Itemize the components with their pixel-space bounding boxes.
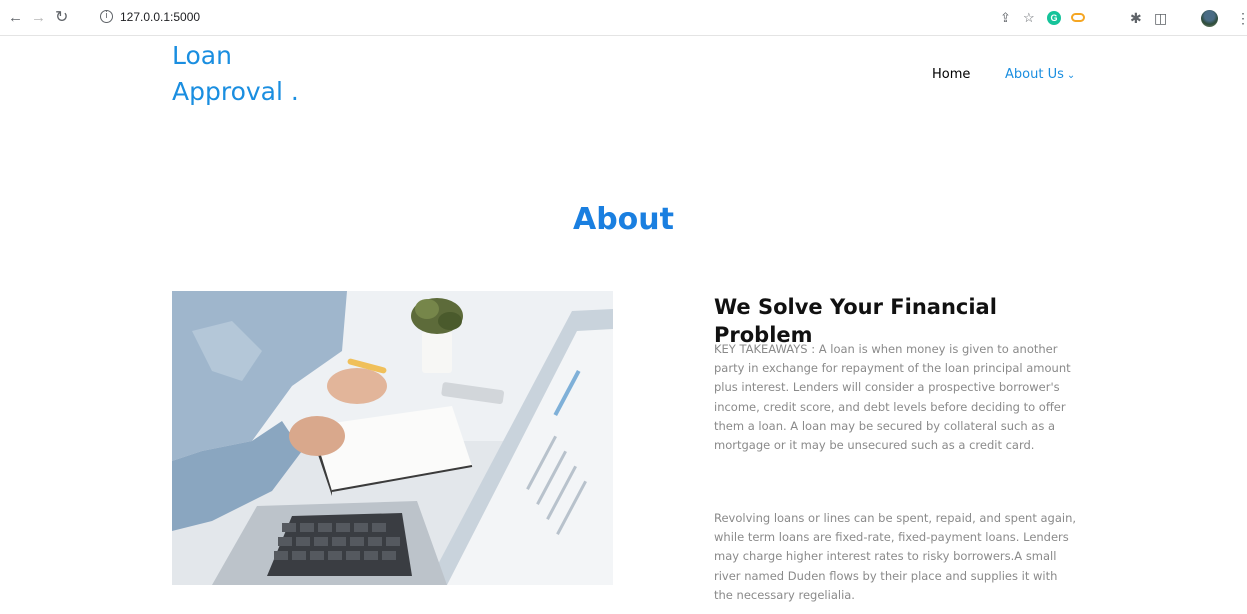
- brand-line-2: Approval .: [172, 77, 299, 106]
- link-extension-icon[interactable]: [1071, 13, 1085, 22]
- nav-about-label: About Us: [1005, 67, 1064, 82]
- about-image: [172, 291, 613, 585]
- nav-home-link[interactable]: Home: [932, 66, 970, 84]
- about-paragraph-2: Revolving loans or lines can be spent, r…: [714, 511, 1077, 602]
- url-text[interactable]: 127.0.0.1:5000: [120, 10, 200, 24]
- about-paragraph-1: KEY TAKEAWAYS : A loan is when money is …: [714, 342, 1071, 453]
- grammarly-extension-icon[interactable]: G: [1047, 11, 1061, 25]
- back-arrow-icon[interactable]: ←: [8, 9, 23, 27]
- laptop-workspace-illustration: [172, 291, 613, 585]
- forward-arrow-icon[interactable]: →: [31, 9, 46, 27]
- info-icon[interactable]: i: [100, 10, 113, 23]
- share-icon[interactable]: ⇪: [1000, 10, 1011, 26]
- extensions-puzzle-icon[interactable]: ✱: [1130, 10, 1142, 26]
- bookmark-star-icon[interactable]: ☆: [1023, 10, 1035, 26]
- reload-icon[interactable]: ↻: [55, 9, 68, 27]
- browser-toolbar: ← → ↻ i 127.0.0.1:5000 ⇪ ☆ G ✱ ◫ ⋮: [0, 0, 1247, 36]
- chevron-down-icon: ⌄: [1066, 70, 1076, 81]
- section-title: About: [572, 202, 674, 237]
- more-menu-icon[interactable]: ⋮: [1236, 10, 1247, 26]
- nav-about-us-link[interactable]: About Us ⌄: [1005, 66, 1075, 85]
- side-panel-icon[interactable]: ◫: [1154, 10, 1167, 26]
- brand-logo[interactable]: Loan Approval .: [172, 38, 352, 110]
- profile-avatar[interactable]: [1201, 10, 1218, 27]
- brand-line-1: Loan: [172, 41, 232, 70]
